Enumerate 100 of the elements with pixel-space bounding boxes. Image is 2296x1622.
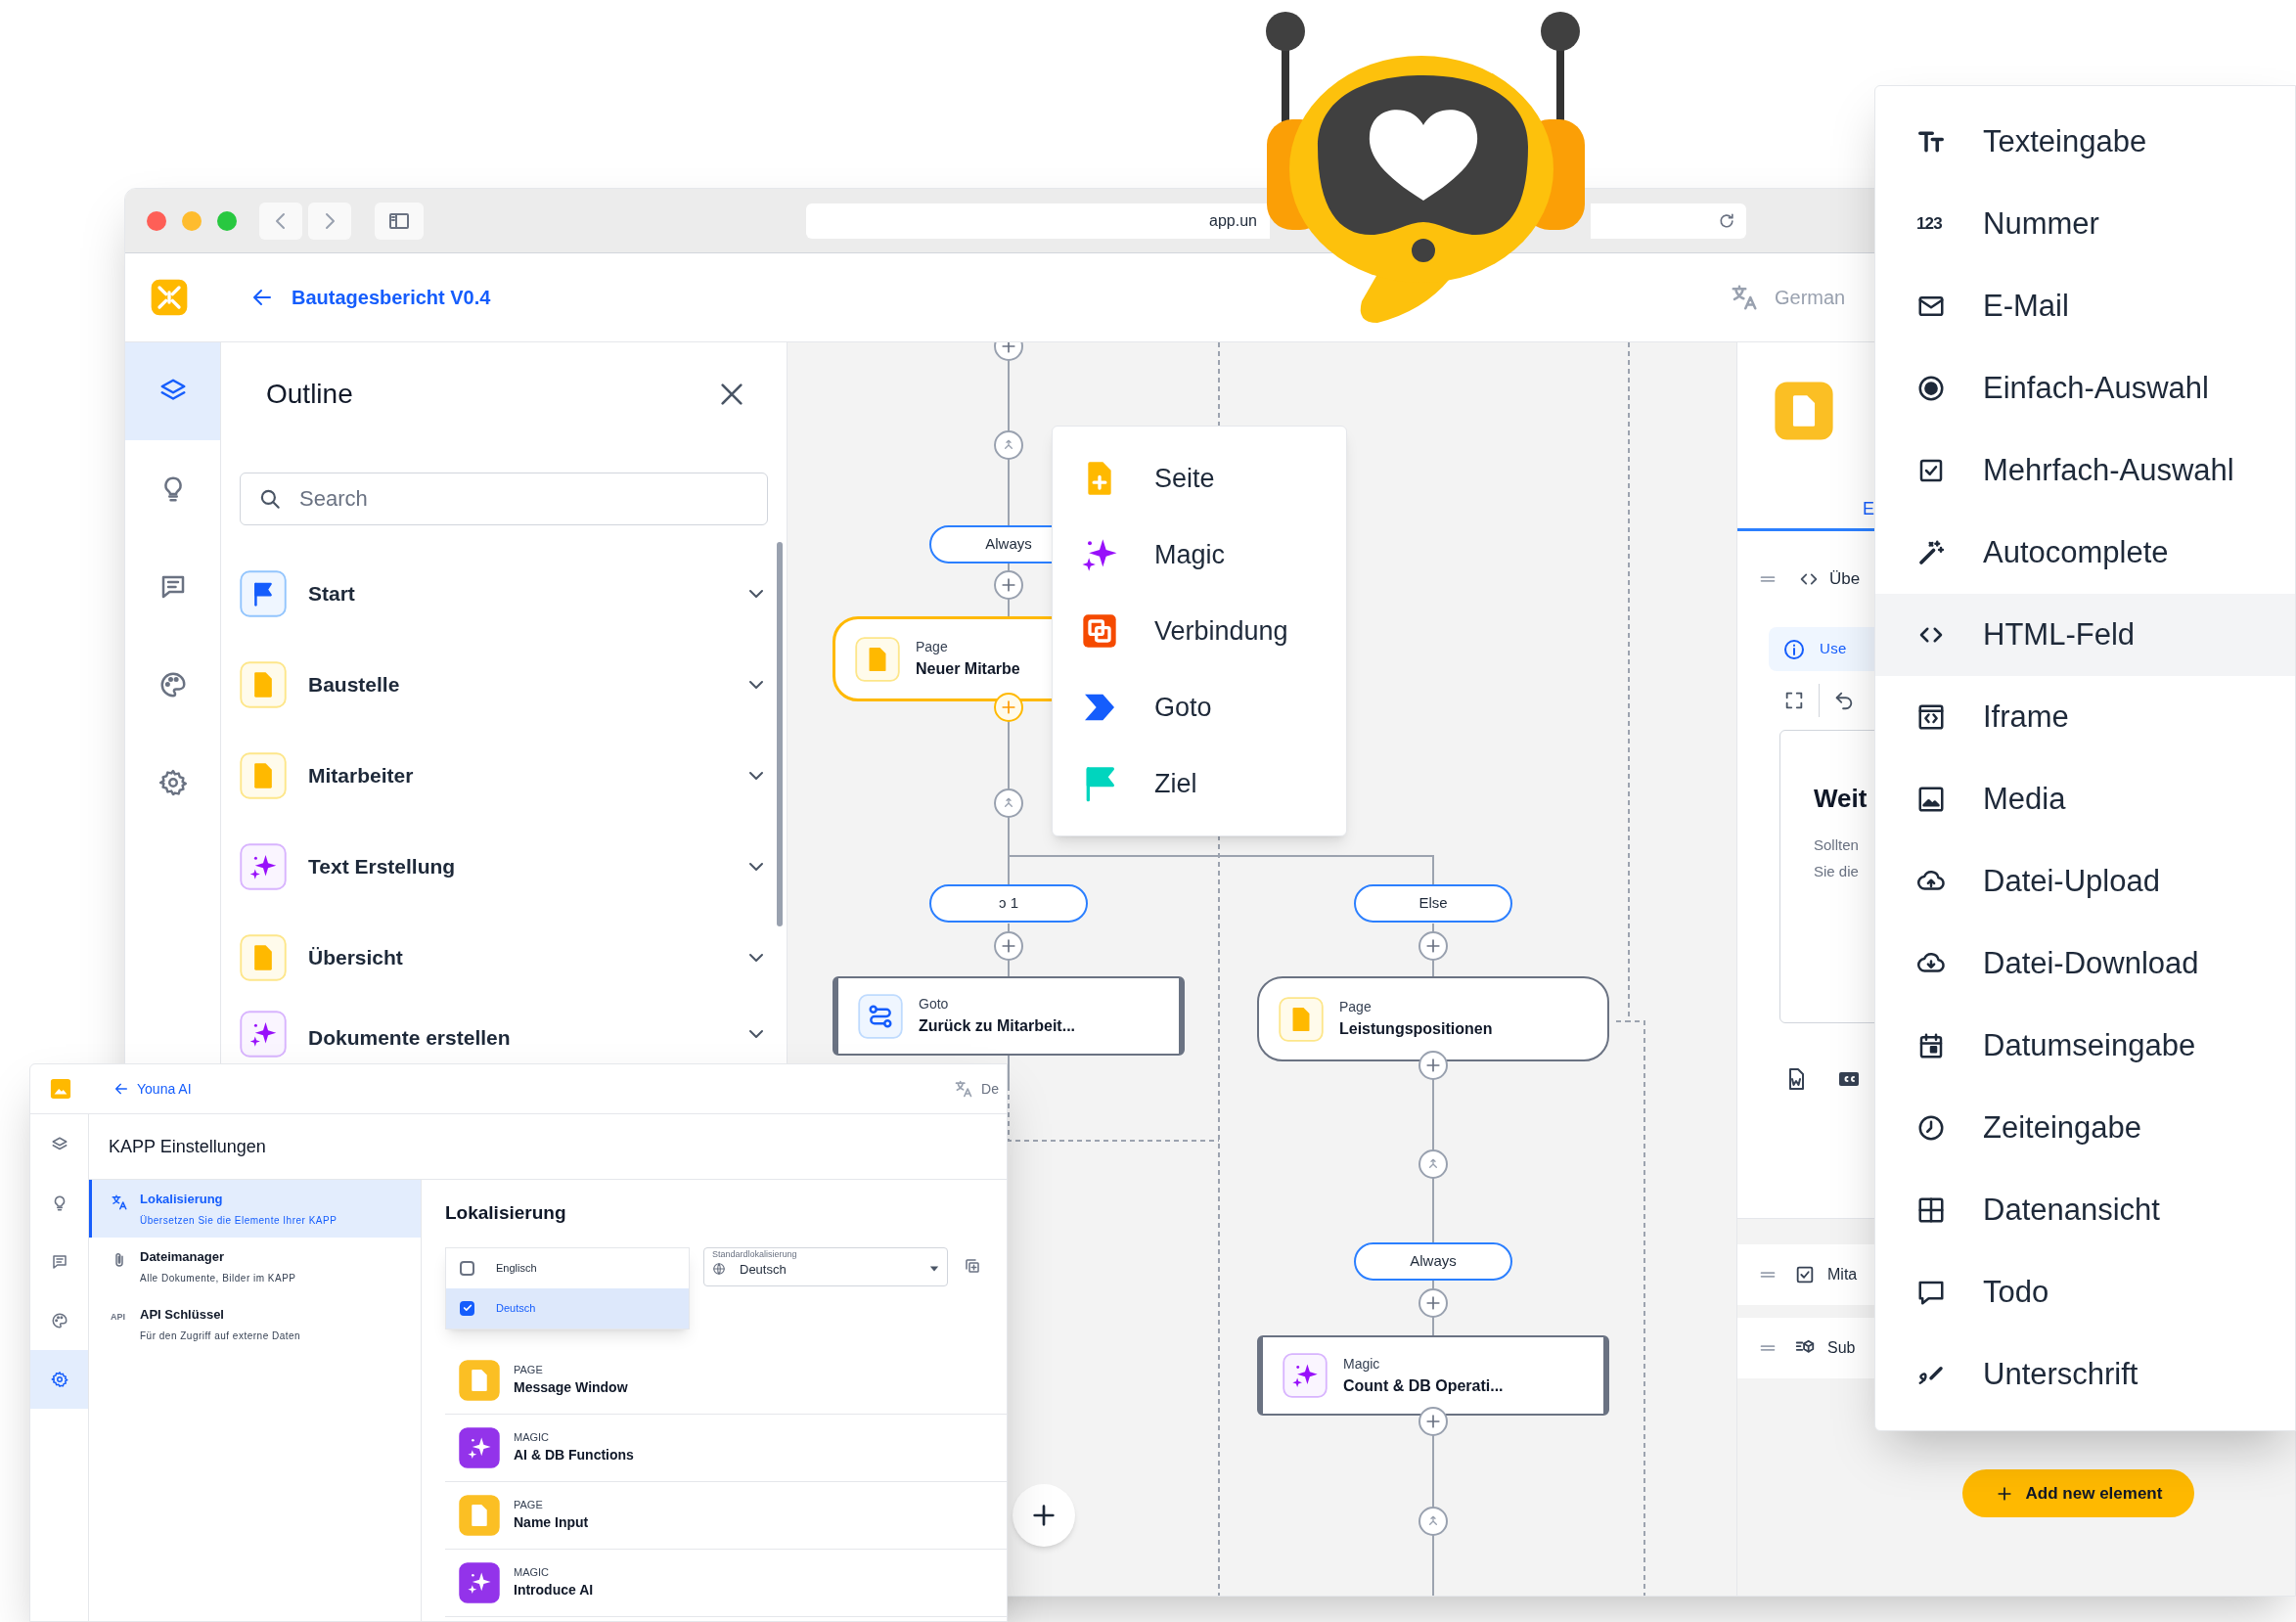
add-step-button[interactable] (994, 931, 1023, 961)
card-text: Sie die (1814, 862, 1859, 881)
translate-icon[interactable] (1730, 283, 1759, 312)
forward-button[interactable] (308, 202, 351, 240)
menu-item[interactable]: Texteingabe (1875, 101, 2295, 183)
card-title: Weit (1814, 783, 1868, 815)
checkbox[interactable] (460, 1260, 474, 1276)
element-row[interactable]: PAGE Message Window (445, 1346, 1007, 1415)
element-row[interactable]: PAGE Name Input (445, 1481, 1007, 1550)
menu-item[interactable]: Iframe (1875, 676, 2295, 758)
merge-button[interactable] (1418, 1149, 1448, 1179)
page-icon (1775, 382, 1833, 440)
translate-icon[interactable] (954, 1079, 974, 1099)
comment-icon (50, 1253, 68, 1271)
grid-icon (1916, 1195, 1946, 1225)
scrollbar[interactable] (777, 542, 783, 926)
element-row[interactable]: MAGIC Introduce AI (445, 1549, 1007, 1617)
menu-item[interactable]: Datenansicht (1875, 1169, 2295, 1251)
window-close-button[interactable] (147, 210, 166, 231)
checkbox[interactable] (460, 1300, 474, 1316)
element-title: Introduce AI (514, 1581, 594, 1600)
menu-item[interactable]: Einfach-Auswahl (1875, 347, 2295, 429)
magic-node[interactable]: Magic Count & DB Operati... (1257, 1335, 1609, 1416)
settings-section[interactable]: Lokalisierung Übersetzen Sie die Elemente Ihrer KAPP (89, 1180, 421, 1238)
iframe-icon (1916, 702, 1946, 732)
back-button[interactable] (259, 202, 302, 240)
default-locale-select[interactable]: Standardlokalisierung Deutsch (703, 1246, 948, 1286)
linked-squares-icon (1080, 611, 1119, 651)
menu-item[interactable]: Autocomplete (1875, 512, 2295, 594)
language-option[interactable]: Englisch (446, 1247, 689, 1288)
info-icon (1782, 637, 1806, 661)
settings-section[interactable]: API API Schlüssel Für den Zugriff auf externe Daten (89, 1295, 421, 1353)
condition-pill[interactable]: Else (1354, 884, 1512, 923)
merge-button[interactable] (1418, 1507, 1448, 1536)
condition-pill[interactable]: ↄ 1 (929, 884, 1088, 923)
menu-item[interactable]: HTML-Feld (1875, 594, 2295, 676)
outline-item[interactable]: Dokumente erstellen (221, 1003, 787, 1061)
back-link[interactable]: Youna AI (113, 1078, 192, 1100)
language-option[interactable]: Deutsch (446, 1287, 689, 1329)
sparkle-icon (1283, 1353, 1328, 1398)
page-icon (459, 1359, 500, 1401)
goto-node[interactable]: Goto Zurück zu Mitarbeit... (833, 976, 1185, 1056)
menu-item[interactable]: Todo (1875, 1251, 2295, 1333)
node-title: Neuer Mitarbe (916, 659, 1020, 679)
flow-line (1008, 1055, 1010, 1087)
page-icon (459, 1494, 500, 1536)
settings-section[interactable]: Dateimanager Alle Dokumente, Bilder im KAPP (89, 1238, 421, 1295)
menu-item[interactable]: 123 Nummer (1875, 183, 2295, 265)
app-logo (50, 1078, 71, 1100)
expand-icon[interactable] (1783, 690, 1805, 711)
add-element-button[interactable]: Add new element (1962, 1469, 2194, 1517)
address-bar[interactable]: app.un (806, 203, 1270, 239)
menu-item[interactable]: Unterschrift (1875, 1333, 2295, 1416)
add-button[interactable] (1013, 1484, 1075, 1547)
menu-item[interactable]: Datei-Upload (1875, 840, 2295, 923)
sparkle-icon (240, 842, 287, 890)
page-node[interactable]: Page Leistungspositionen (1257, 976, 1609, 1061)
merge-button[interactable] (994, 430, 1023, 460)
language-label[interactable]: De (981, 1078, 999, 1100)
menu-item[interactable]: Media (1875, 758, 2295, 840)
add-step-button[interactable] (994, 693, 1023, 722)
layers-button[interactable] (125, 342, 220, 440)
add-step-button[interactable] (1418, 1407, 1448, 1436)
back-link[interactable]: Bautagesbericht V0.4 (250, 283, 491, 312)
node-type-label: Page (916, 638, 948, 656)
sidebar-toggle-button[interactable] (375, 202, 424, 240)
outline-item[interactable]: Start (221, 548, 787, 639)
add-step-button[interactable] (994, 570, 1023, 600)
window-zoom-button[interactable] (217, 210, 237, 231)
node-title: Leistungspositionen (1339, 1019, 1493, 1039)
menu-item[interactable]: Seite (1053, 440, 1346, 517)
element-title: Name Input (514, 1513, 589, 1533)
settings-button[interactable] (30, 1350, 88, 1409)
menu-item[interactable]: E-Mail (1875, 265, 2295, 347)
menu-item[interactable]: Mehrfach-Auswahl (1875, 429, 2295, 512)
menu-item[interactable]: Ziel (1053, 745, 1346, 822)
element-title: AI & DB Functions (514, 1446, 634, 1465)
add-step-button[interactable] (1418, 1288, 1448, 1318)
condition-pill[interactable]: Always (1354, 1242, 1512, 1281)
clock-icon (1916, 1113, 1946, 1143)
search-field[interactable]: Search (240, 473, 768, 525)
card-text: Sollten (1814, 835, 1859, 855)
tab[interactable]: E (1863, 496, 1874, 522)
outline-item[interactable]: Baustelle (221, 639, 787, 730)
menu-item[interactable]: Datei-Download (1875, 923, 2295, 1005)
node-title: Zurück zu Mitarbeit... (919, 1016, 1075, 1036)
menu-item[interactable]: Zeiteingabe (1875, 1087, 2295, 1169)
sparkle-icon (459, 1561, 500, 1603)
node-title: Count & DB Operati... (1343, 1375, 1504, 1396)
menu-item[interactable]: Datumseingabe (1875, 1005, 2295, 1087)
outline-item[interactable]: Übersicht (221, 912, 787, 1003)
add-step-button[interactable] (1418, 931, 1448, 961)
element-row[interactable]: MAGIC AI & DB Functions (445, 1414, 1007, 1482)
outline-item[interactable]: Text Erstellung (221, 821, 787, 912)
copy-icon[interactable] (964, 1256, 981, 1275)
add-step-button[interactable] (1418, 1051, 1448, 1080)
outline-item[interactable]: Mitarbeiter (221, 730, 787, 821)
undo-icon[interactable] (1833, 690, 1855, 711)
merge-button[interactable] (994, 788, 1023, 818)
checkmark-icon (462, 1303, 473, 1313)
